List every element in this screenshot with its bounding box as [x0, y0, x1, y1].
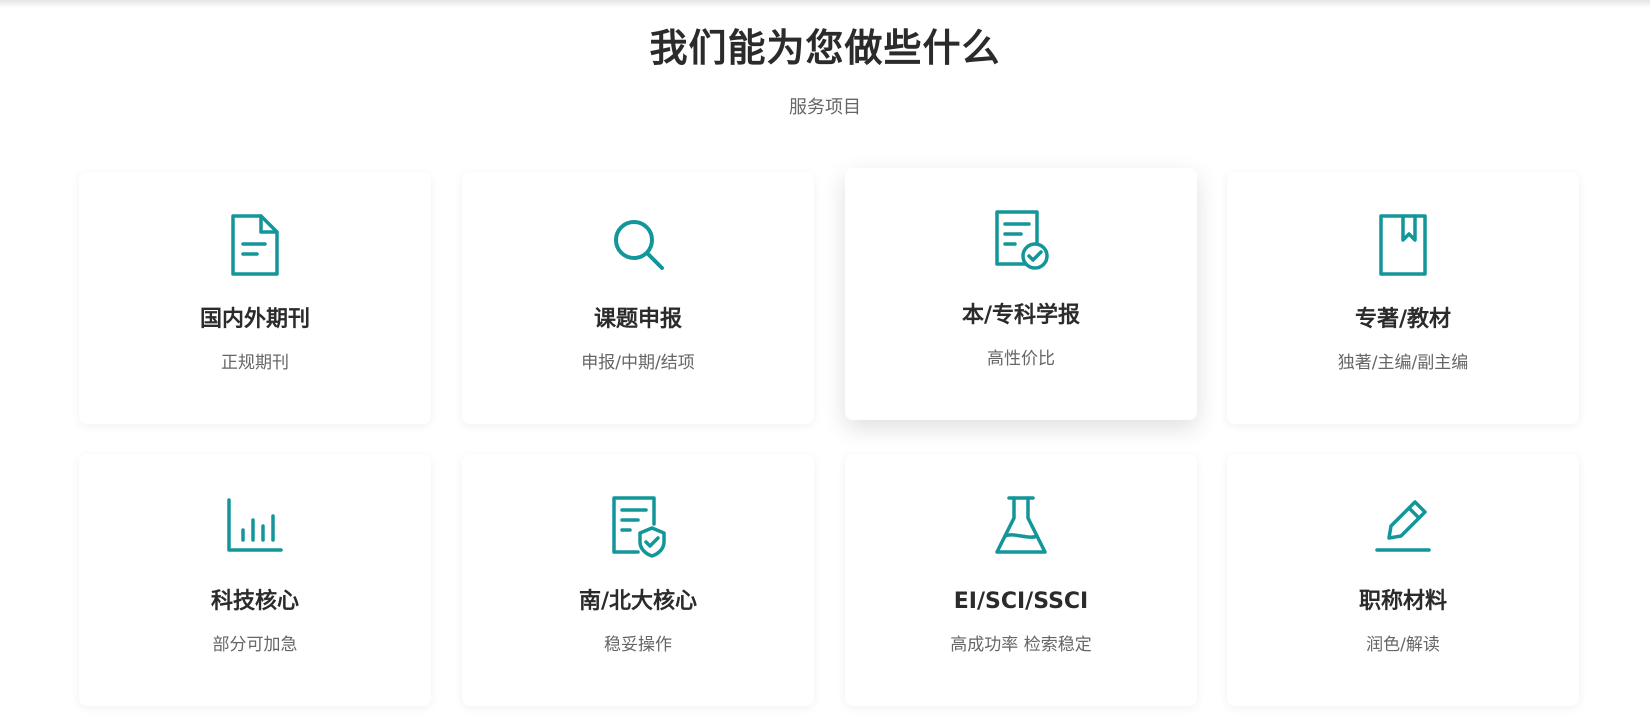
service-desc: 正规期刊 — [221, 353, 289, 373]
service-desc: 部分可加急 — [212, 635, 298, 655]
service-desc: 高性价比 — [987, 349, 1055, 369]
search-icon — [608, 212, 668, 278]
book-icon — [1373, 212, 1433, 278]
service-title: 专著/教材 — [1354, 307, 1452, 332]
service-desc: 独著/主编/副主编 — [1337, 353, 1469, 373]
header-shadow — [0, 0, 1650, 8]
shield-document-icon — [608, 494, 668, 560]
service-title: 国内外期刊 — [199, 307, 310, 332]
service-title: 本/专科学报 — [961, 303, 1081, 328]
service-card-monographs[interactable]: 专著/教材 独著/主编/副主编 — [1227, 172, 1579, 424]
bar-chart-icon — [225, 494, 285, 560]
service-card-project-application[interactable]: 课题申报 申报/中期/结项 — [462, 172, 814, 424]
service-desc: 高成功率 检索稳定 — [950, 635, 1092, 655]
service-card-sci-tech-core[interactable]: 科技核心 部分可加急 — [79, 454, 431, 706]
section-subtitle: 服务项目 — [789, 97, 861, 118]
pencil-icon — [1373, 494, 1433, 560]
service-title: 职称材料 — [1358, 589, 1447, 614]
service-title: 课题申报 — [593, 307, 682, 332]
service-title: 南/北大核心 — [578, 589, 698, 614]
service-card-ei-sci-ssci[interactable]: EI/SCI/SSCI 高成功率 检索稳定 — [845, 454, 1197, 706]
certificate-icon — [991, 208, 1051, 274]
service-desc: 稳妥操作 — [604, 635, 672, 655]
section-title: 我们能为您做些什么 — [649, 26, 1001, 70]
document-icon — [225, 212, 285, 278]
service-card-journals[interactable]: 国内外期刊 正规期刊 — [79, 172, 431, 424]
flask-icon — [991, 494, 1051, 560]
service-card-title-materials[interactable]: 职称材料 润色/解读 — [1227, 454, 1579, 706]
service-title: EI/SCI/SSCI — [953, 589, 1089, 614]
service-desc: 申报/中期/结项 — [581, 353, 695, 373]
service-desc: 润色/解读 — [1366, 635, 1440, 655]
service-card-college-journals[interactable]: 本/专科学报 高性价比 — [845, 168, 1197, 420]
service-card-pku-nju-core[interactable]: 南/北大核心 稳妥操作 — [462, 454, 814, 706]
service-title: 科技核心 — [210, 589, 299, 614]
